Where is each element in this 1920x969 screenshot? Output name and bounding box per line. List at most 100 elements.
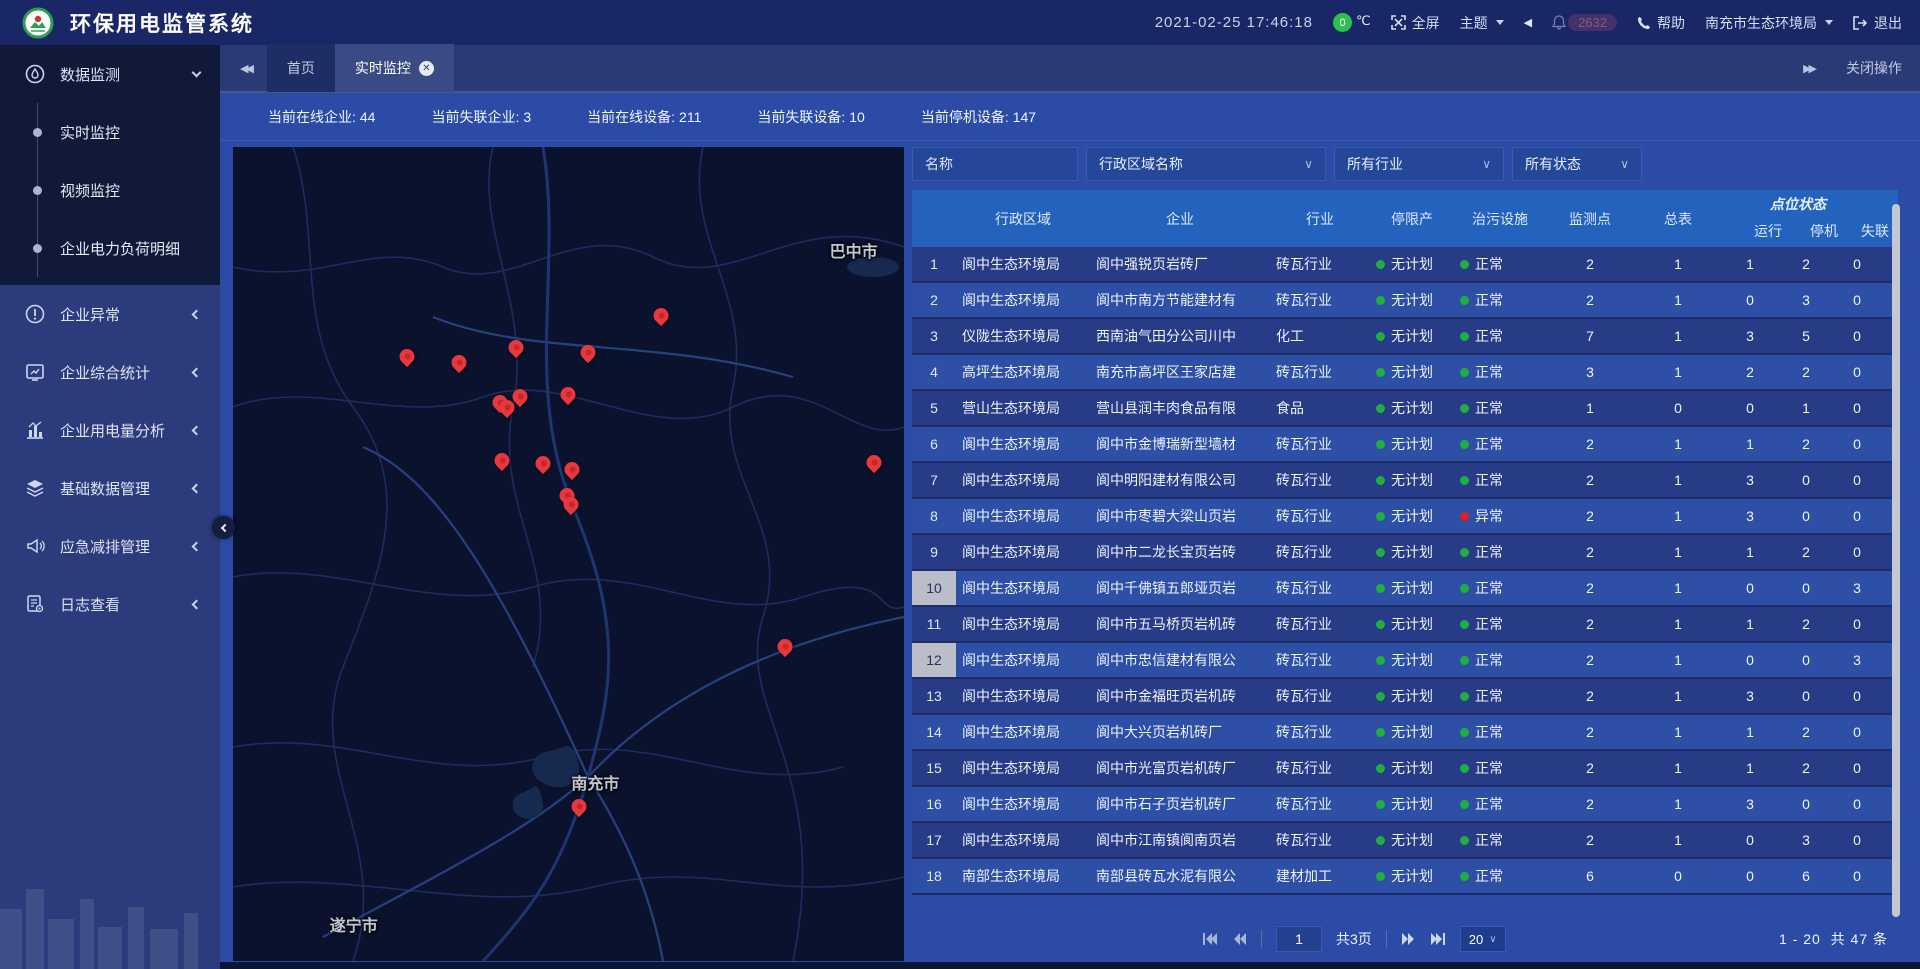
- table-row[interactable]: 15 阆中生态环境局 阆中市光富页岩机砖厂 砖瓦行业 无计划 正常 2 1 1 …: [912, 751, 1898, 787]
- table-row[interactable]: 12 阆中生态环境局 阆中市忠信建材有限公 砖瓦行业 无计划 正常 2 1 0 …: [912, 643, 1898, 679]
- sidebar-subitem-0-1[interactable]: 视频监控: [38, 161, 220, 219]
- cell-stop: 5: [1778, 319, 1834, 353]
- notification-area[interactable]: 2632: [1552, 14, 1617, 31]
- last-page-button[interactable]: [1430, 932, 1446, 946]
- logout-icon: [1853, 16, 1868, 30]
- cell-industry: 化工: [1270, 319, 1370, 353]
- cell-industry: 砖瓦行业: [1270, 787, 1370, 821]
- map-panel[interactable]: 巴中市南充市遂宁市: [233, 147, 904, 961]
- cell-limit-status: 无计划: [1370, 571, 1454, 605]
- cell-lost: 0: [1834, 535, 1880, 569]
- table-row[interactable]: 10 阆中生态环境局 阆中千佛镇五郎垭页岩 砖瓦行业 无计划 正常 2 1 0 …: [912, 571, 1898, 607]
- cell-limit-status: 无计划: [1370, 751, 1454, 785]
- cell-company: 阆中市江南镇阆南页岩: [1090, 823, 1270, 857]
- cell-region: 阆中生态环境局: [956, 427, 1090, 461]
- cell-index: 7: [912, 463, 956, 497]
- table-row[interactable]: 5 营山生态环境局 营山县润丰肉食品有限 食品 无计划 正常 1 0 0 1 0: [912, 391, 1898, 427]
- org-selector[interactable]: 南充市生态环境局: [1705, 13, 1833, 33]
- table-row[interactable]: 6 阆中生态环境局 阆中市金博瑞新型墙材 砖瓦行业 无计划 正常 2 1 1 2…: [912, 427, 1898, 463]
- chevron-down-icon: [192, 68, 202, 78]
- cell-stop: 1: [1778, 391, 1834, 425]
- cell-meters: 1: [1634, 715, 1722, 749]
- status-dot: [1460, 584, 1469, 593]
- region-filter-select[interactable]: 行政区域名称 ∨: [1086, 147, 1326, 181]
- table-row[interactable]: 18 南部生态环境局 南部县砖瓦水泥有限公 建材加工 无计划 正常 6 0 0 …: [912, 859, 1898, 895]
- cell-facility-status: 正常: [1454, 283, 1546, 317]
- sidebar-subitem-0-2[interactable]: 企业电力负荷明细: [38, 219, 220, 277]
- cell-limit-status: 无计划: [1370, 427, 1454, 461]
- tabs-scroll-left-icon[interactable]: ◀◀: [230, 62, 261, 75]
- table-row[interactable]: 8 阆中生态环境局 阆中市枣碧大梁山页岩 砖瓦行业 无计划 异常 2 1 3 0…: [912, 499, 1898, 535]
- city-skyline-watermark: [0, 849, 220, 969]
- cell-region: 阆中生态环境局: [956, 247, 1090, 281]
- cell-lost: 0: [1834, 751, 1880, 785]
- cell-meters: 0: [1634, 391, 1722, 425]
- page-number-input[interactable]: [1276, 926, 1322, 952]
- cell-points: 2: [1546, 247, 1634, 281]
- sidebar-item-6[interactable]: 日志查看: [0, 575, 220, 633]
- cell-stop: 3: [1778, 823, 1834, 857]
- help-button[interactable]: 帮助: [1637, 13, 1685, 33]
- table-row[interactable]: 4 高坪生态环境局 南充市高坪区王家店建 砖瓦行业 无计划 正常 3 1 2 2…: [912, 355, 1898, 391]
- sidebar-item-4[interactable]: 基础数据管理: [0, 459, 220, 517]
- vertical-scrollbar[interactable]: [1892, 204, 1900, 917]
- cell-index: 1: [912, 247, 956, 281]
- sound-icon[interactable]: ◀: [1524, 16, 1532, 29]
- cell-points: 2: [1546, 643, 1634, 677]
- table-row[interactable]: 1 阆中生态环境局 阆中强锐页岩砖厂 砖瓦行业 无计划 正常 2 1 1 2 0: [912, 247, 1898, 283]
- table-row[interactable]: 14 阆中生态环境局 阆中大兴页岩机砖厂 砖瓦行业 无计划 正常 2 1 1 2…: [912, 715, 1898, 751]
- table-row[interactable]: 17 阆中生态环境局 阆中市江南镇阆南页岩 砖瓦行业 无计划 正常 2 1 0 …: [912, 823, 1898, 859]
- next-page-button[interactable]: [1401, 932, 1416, 946]
- sidebar-collapse-button[interactable]: [212, 516, 235, 539]
- col-group-point-status: 点位状态 运行 停机 失联: [1698, 190, 1898, 247]
- cell-lost: 0: [1834, 859, 1880, 893]
- cell-lost: 0: [1834, 283, 1880, 317]
- fullscreen-button[interactable]: 全屏: [1391, 13, 1440, 33]
- cell-meters: 0: [1634, 859, 1722, 893]
- prev-page-button[interactable]: [1232, 932, 1247, 946]
- table-row[interactable]: 7 阆中生态环境局 阆中明阳建材有限公司 砖瓦行业 无计划 正常 2 1 3 0…: [912, 463, 1898, 499]
- sidebar-item-2[interactable]: 企业综合统计: [0, 343, 220, 401]
- close-operations-button[interactable]: 关闭操作: [1846, 58, 1902, 78]
- exit-button[interactable]: 退出: [1853, 13, 1902, 33]
- status-dot: [1376, 440, 1385, 449]
- name-filter-input[interactable]: [912, 147, 1078, 181]
- cell-points: 1: [1546, 391, 1634, 425]
- sidebar-group-2: 企业综合统计: [0, 343, 220, 401]
- cell-facility-status: 正常: [1454, 319, 1546, 353]
- gauge-icon: [24, 64, 46, 84]
- cell-region: 高坪生态环境局: [956, 355, 1090, 389]
- tab-1[interactable]: 实时监控✕: [335, 44, 454, 92]
- cell-meters: 1: [1634, 463, 1722, 497]
- status-dot: [1376, 872, 1385, 881]
- sidebar-item-1[interactable]: 企业异常: [0, 285, 220, 343]
- sidebar-item-5[interactable]: 应急减排管理: [0, 517, 220, 575]
- sidebar-subitem-0-0[interactable]: 实时监控: [38, 103, 220, 161]
- tab-0[interactable]: 首页: [267, 44, 335, 92]
- page-size-select[interactable]: 20 ∨: [1460, 926, 1506, 952]
- status-filter-select[interactable]: 所有状态 ∨: [1512, 147, 1642, 181]
- table-row[interactable]: 2 阆中生态环境局 阆中市南方节能建材有 砖瓦行业 无计划 正常 2 1 0 3…: [912, 283, 1898, 319]
- cell-facility-status: 正常: [1454, 535, 1546, 569]
- theme-selector[interactable]: 主题: [1460, 13, 1504, 33]
- sidebar-item-0[interactable]: 数据监测: [0, 45, 220, 103]
- industry-filter-select[interactable]: 所有行业 ∨: [1334, 147, 1504, 181]
- table-header: 行政区域 企业 行业 停限产 治污设施 监测点 总表 点位状态 运行 停机: [912, 190, 1898, 247]
- status-dot: [1460, 476, 1469, 485]
- cell-region: 阆中生态环境局: [956, 643, 1090, 677]
- cell-points: 2: [1546, 751, 1634, 785]
- tab-close-icon[interactable]: ✕: [419, 61, 434, 76]
- table-row[interactable]: 9 阆中生态环境局 阆中市二龙长宝页岩砖 砖瓦行业 无计划 正常 2 1 1 2…: [912, 535, 1898, 571]
- chevron-left-icon: [192, 425, 202, 435]
- table-row[interactable]: 11 阆中生态环境局 阆中市五马桥页岩机砖 砖瓦行业 无计划 正常 2 1 1 …: [912, 607, 1898, 643]
- cell-region: 阆中生态环境局: [956, 715, 1090, 749]
- first-page-button[interactable]: [1202, 932, 1218, 946]
- sidebar-item-3[interactable]: 企业用电量分析: [0, 401, 220, 459]
- table-row[interactable]: 16 阆中生态环境局 阆中市石子页岩机砖厂 砖瓦行业 无计划 正常 2 1 3 …: [912, 787, 1898, 823]
- table-row[interactable]: 3 仪陇生态环境局 西南油气田分公司川中 化工 无计划 正常 7 1 3 5 0: [912, 319, 1898, 355]
- tabs-scroll-right-icon[interactable]: ▶▶: [1793, 62, 1824, 75]
- cell-meters: 1: [1634, 283, 1722, 317]
- chevron-down-icon: ∨: [1482, 157, 1491, 171]
- status-dot: [1460, 620, 1469, 629]
- table-row[interactable]: 13 阆中生态环境局 阆中市金福旺页岩机砖 砖瓦行业 无计划 正常 2 1 3 …: [912, 679, 1898, 715]
